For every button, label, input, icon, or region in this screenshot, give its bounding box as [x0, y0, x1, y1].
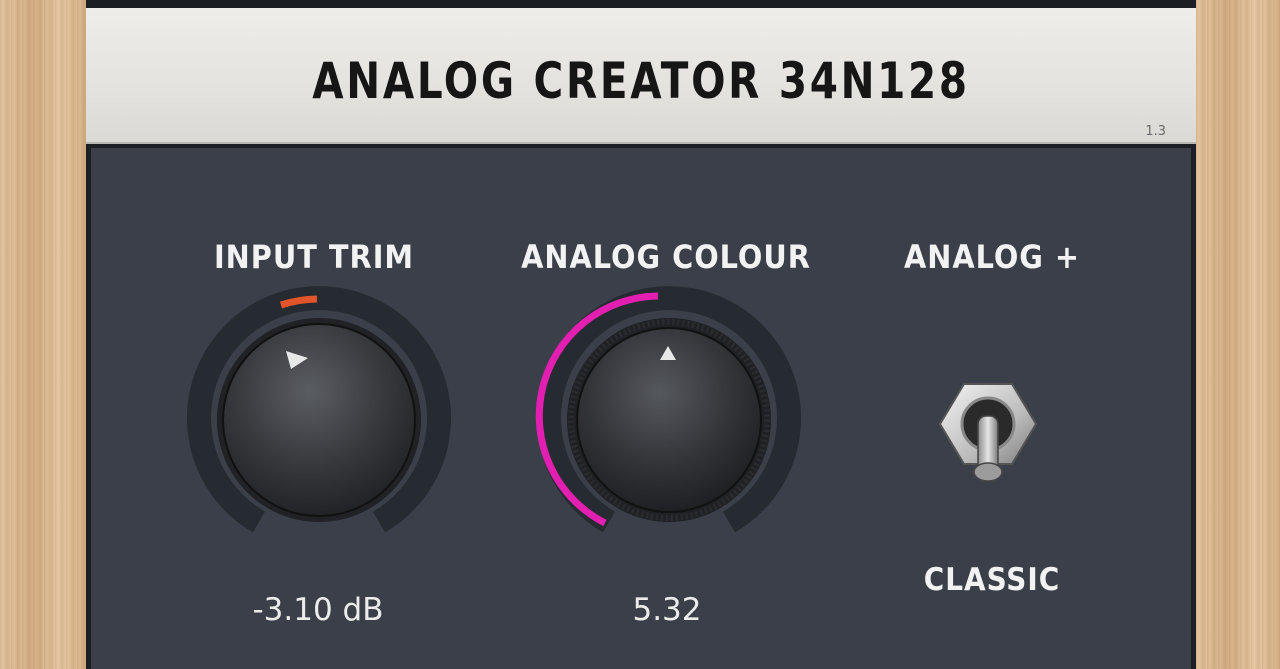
input-trim-knob-cap[interactable] — [222, 323, 416, 517]
analog-colour-value[interactable]: 5.32 — [632, 592, 701, 628]
wood-side-panel-left — [0, 0, 86, 669]
toggle-lever-tip-icon — [973, 462, 1003, 482]
analog-colour-knob[interactable] — [534, 285, 804, 555]
analog-colour-label: ANALOG COLOUR — [521, 238, 811, 276]
plugin-title: ANALOG CREATOR 34N128 — [312, 52, 970, 110]
analog-plus-toggle-switch[interactable] — [938, 378, 1038, 488]
analog-plus-state: CLASSIC — [923, 562, 1061, 598]
input-trim-knob[interactable] — [184, 285, 454, 555]
input-trim-value[interactable]: -3.10 dB — [252, 592, 383, 628]
version-label: 1.3 — [1145, 124, 1166, 139]
plugin-header: ANALOG CREATOR 34N128 1.3 — [86, 8, 1196, 144]
wood-side-panel-right — [1196, 0, 1280, 669]
input-trim-label: INPUT TRIM — [213, 238, 415, 276]
analog-plus-label: ANALOG + — [903, 238, 1081, 276]
